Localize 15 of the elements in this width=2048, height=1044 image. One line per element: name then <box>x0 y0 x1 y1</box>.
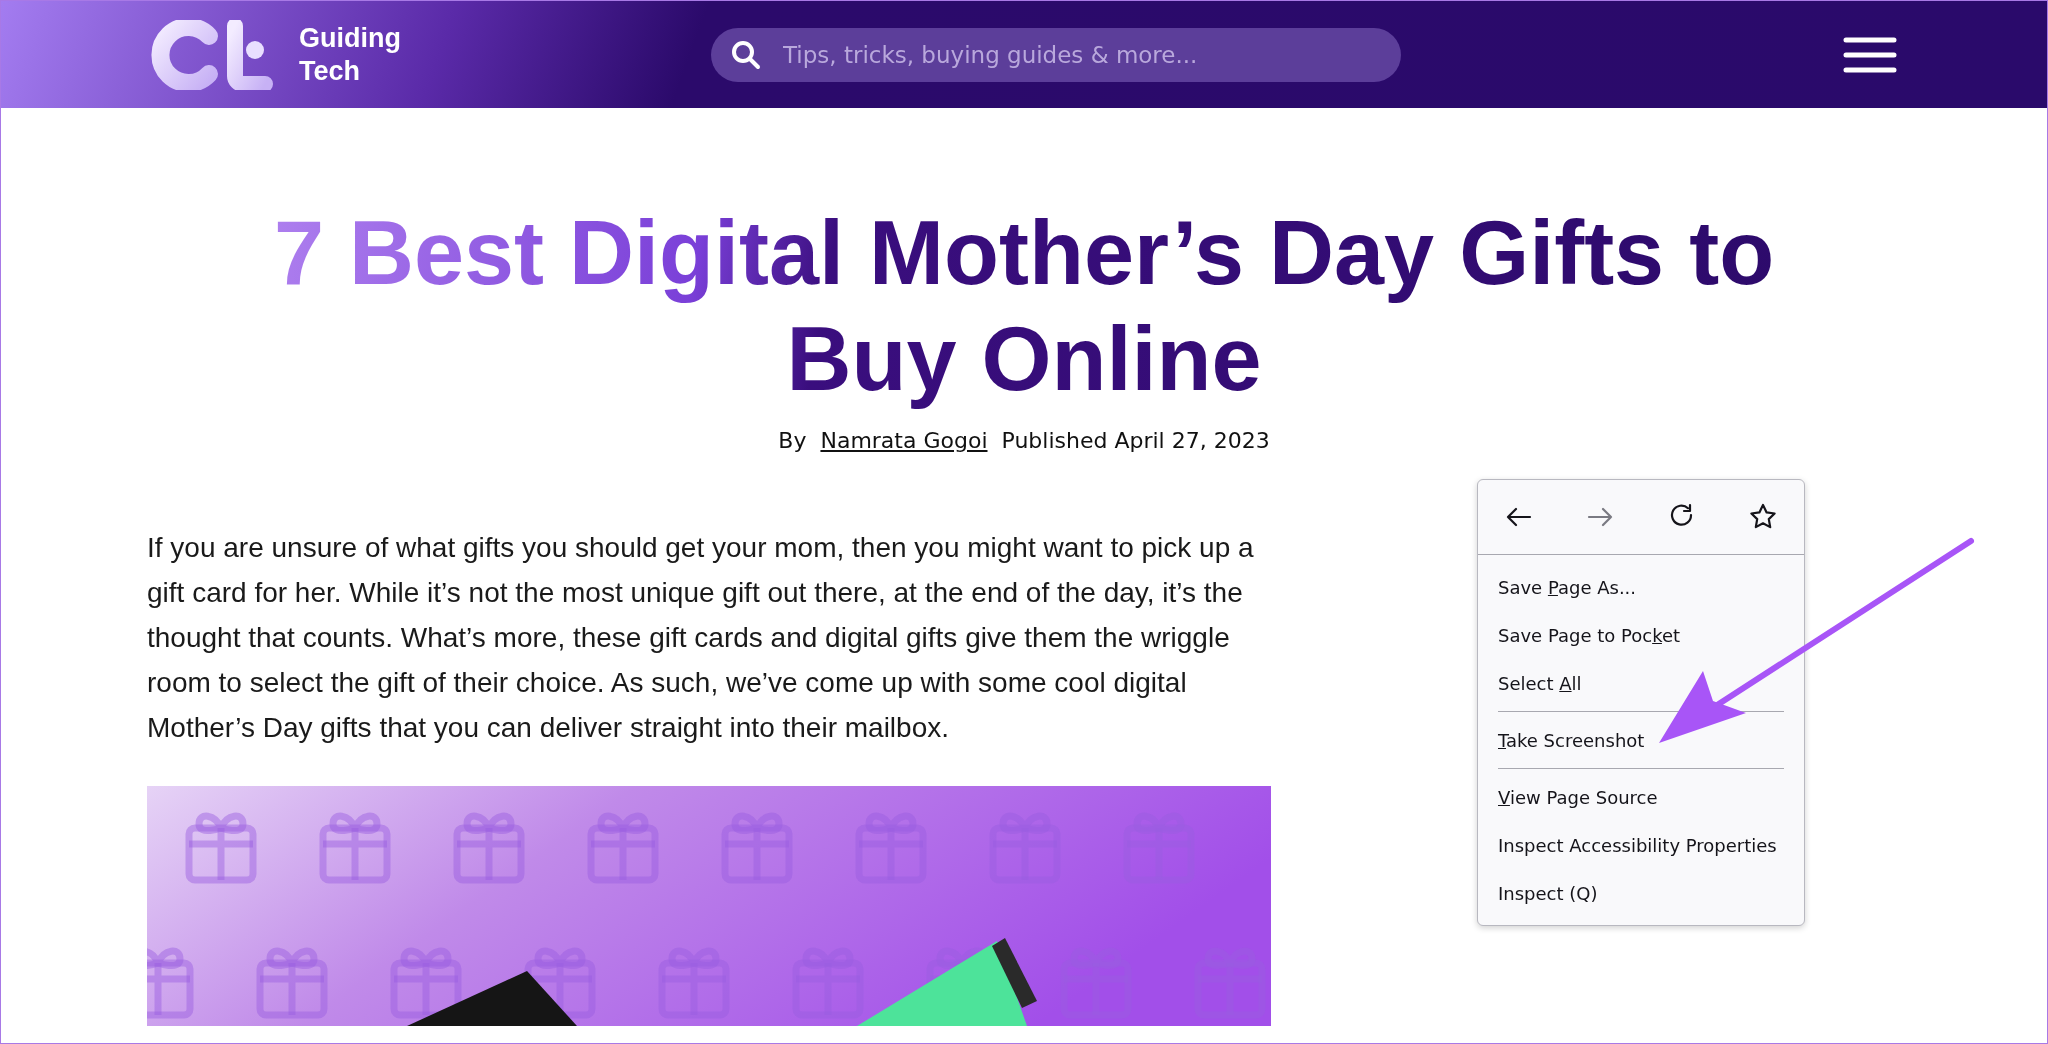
author-link[interactable]: Namrata Gogoi <box>820 428 988 453</box>
menu-item[interactable]: Select All <box>1478 659 1804 707</box>
menu-item[interactable]: Save Page As... <box>1478 563 1804 611</box>
byline-prefix: By <box>778 428 807 453</box>
menu-item[interactable]: Inspect Accessibility Properties <box>1478 821 1804 869</box>
menu-item[interactable]: Save Page to Pocket <box>1478 611 1804 659</box>
menu-item[interactable]: Inspect (Q) <box>1478 869 1804 917</box>
intro-paragraph: If you are unsure of what gifts you should get your mom, then you might want to pick up a gift card for her. While it’s not the most unique gift out there, at the end of the day, it’s the thought that counts. What’s more, these gift cards and digital gifts give them the wriggle room to select the gift of their choice. As such, we’ve come up with some cool digital Mother’s Day gifts that you can deliver straight into their mailbox. <box>147 531 1255 745</box>
search-icon <box>731 39 761 70</box>
menu-item[interactable]: Take Screenshot <box>1478 716 1804 764</box>
menu-item[interactable]: View Page Source <box>1478 773 1804 821</box>
publish-date: Published April 27, 2023 <box>1001 428 1270 453</box>
logo-icon <box>151 19 275 90</box>
logo-text: Guiding Tech <box>299 21 402 88</box>
search-field[interactable]: Tips, tricks, buying guides & more... <box>711 27 1401 82</box>
